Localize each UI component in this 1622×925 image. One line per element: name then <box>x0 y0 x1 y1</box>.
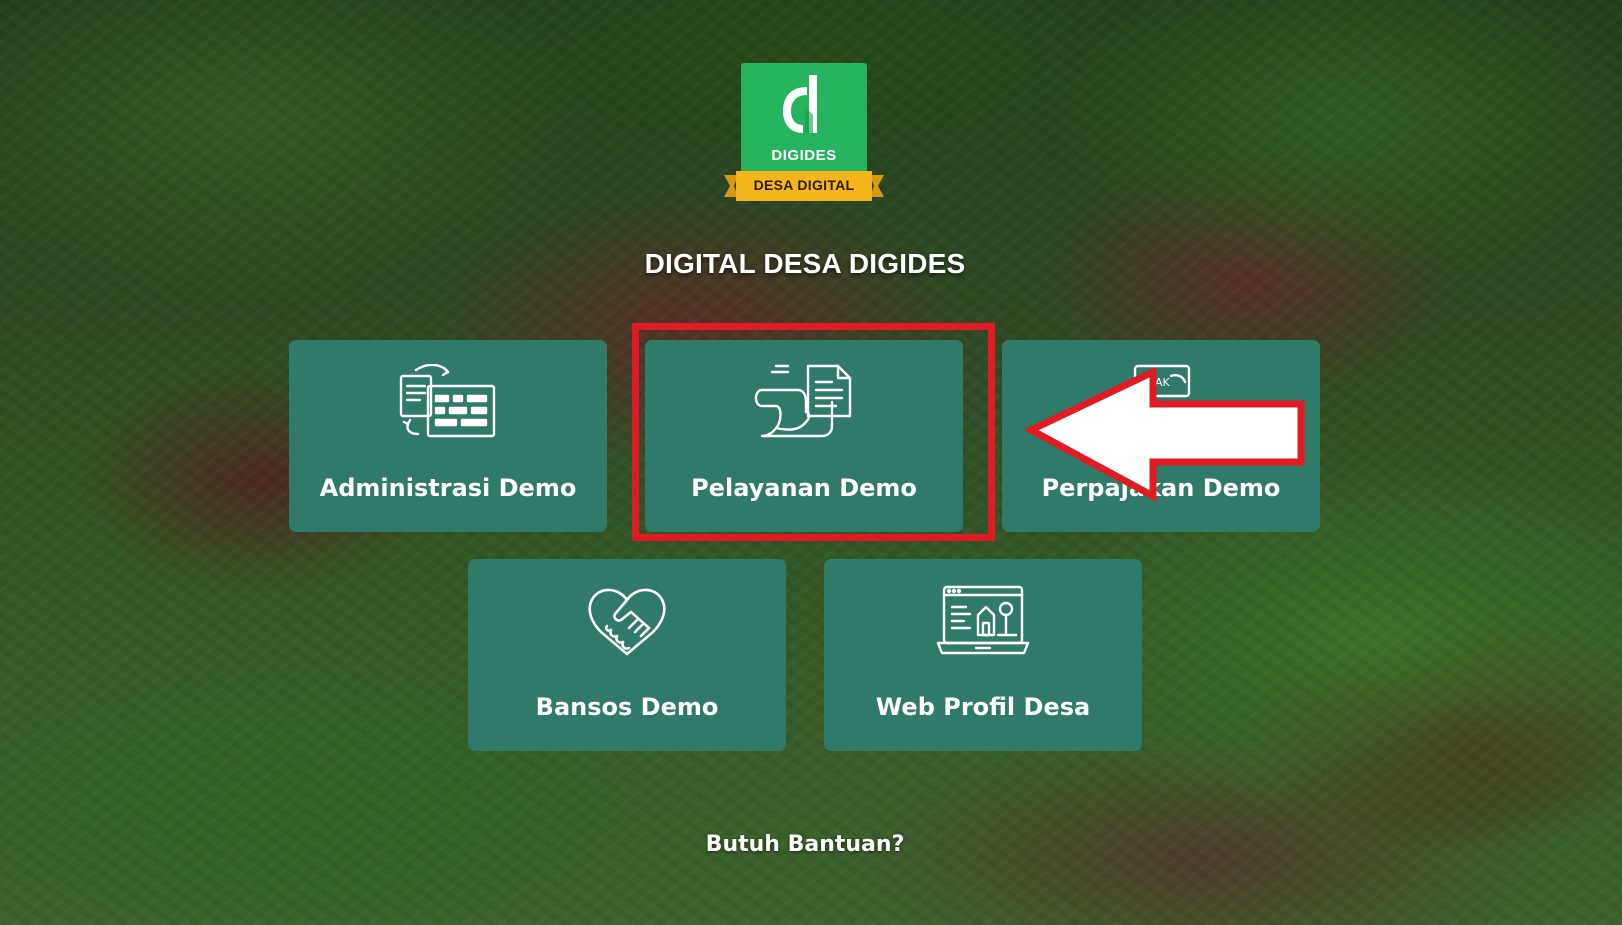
logo-ribbon-text: DESA DIGITAL <box>753 177 855 193</box>
menu-card-web-profil[interactable]: Web Profil Desa <box>824 559 1142 751</box>
logo-badge: DIGIDES <box>741 63 867 175</box>
landing-page: DIGIDES DESA DIGITAL DIGITAL DESA DIGIDE… <box>0 0 1622 925</box>
svg-text:AK: AK <box>1155 376 1171 389</box>
menu-card-bansos[interactable]: Bansos Demo <box>468 559 786 751</box>
help-link[interactable]: Butuh Bantuan? <box>0 832 1610 857</box>
document-transfer-icon <box>289 360 607 444</box>
menu-card-label: Pelayanan Demo <box>691 474 917 502</box>
logo-glyph-icon <box>783 75 817 133</box>
menu-card-label: Web Profil Desa <box>875 693 1091 721</box>
scroll-document-icon <box>645 360 963 444</box>
menu-card-pelayanan[interactable]: Pelayanan Demo <box>645 340 963 532</box>
logo-name: DIGIDES <box>771 147 837 164</box>
menu-card-perpajakan[interactable]: AK Perpajakan Demo <box>1002 340 1320 532</box>
menu-card-label: Bansos Demo <box>535 693 719 721</box>
menu-card-label: Administrasi Demo <box>319 474 577 502</box>
laptop-web-icon <box>824 579 1142 663</box>
menu-card-label: Perpajakan Demo <box>1041 474 1281 502</box>
digides-logo: DIGIDES DESA DIGITAL <box>724 63 884 208</box>
menu-card-administrasi[interactable]: Administrasi Demo <box>289 340 607 532</box>
page-title: DIGITAL DESA DIGIDES <box>644 248 966 279</box>
heart-handshake-icon <box>468 579 786 663</box>
tax-card-icon: AK <box>1002 360 1320 444</box>
